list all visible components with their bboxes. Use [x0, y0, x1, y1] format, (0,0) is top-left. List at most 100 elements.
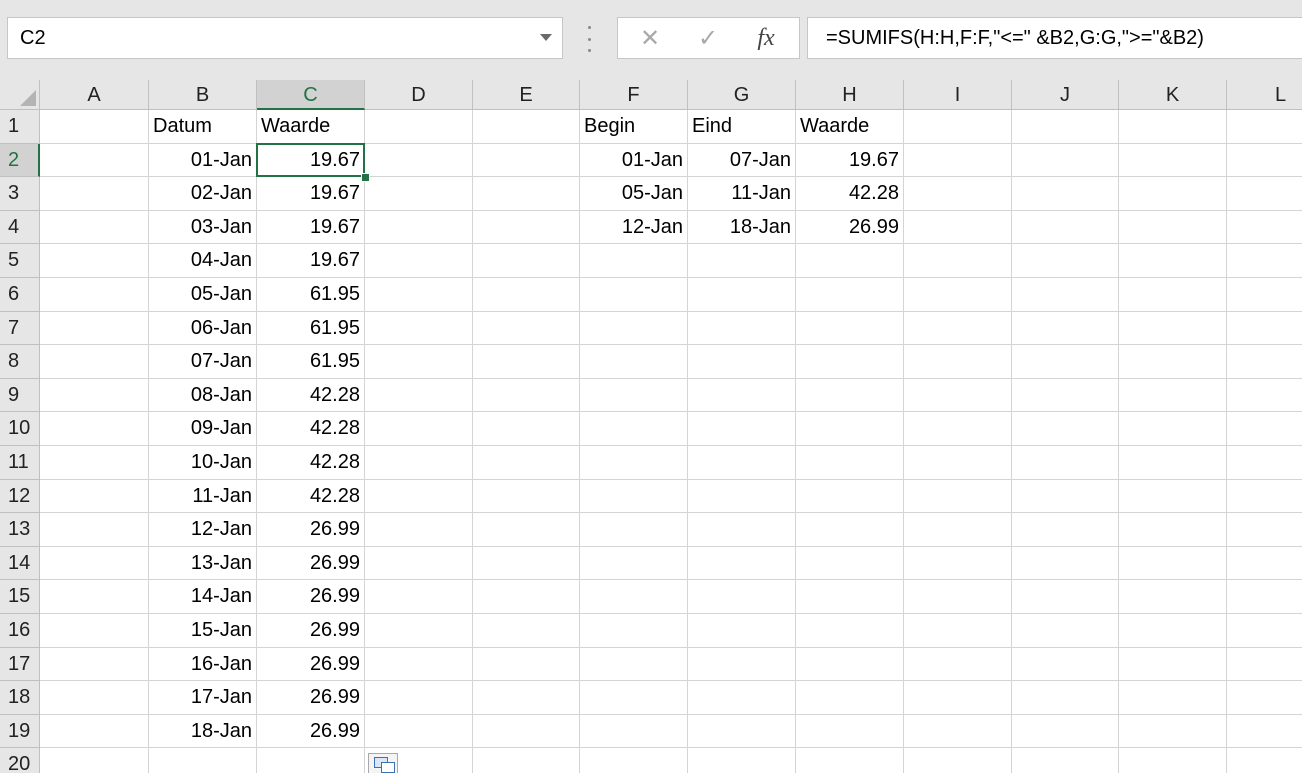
- cell-d2[interactable]: [365, 144, 473, 177]
- cell-j3[interactable]: [1012, 177, 1119, 211]
- cell-g2[interactable]: 07-Jan: [688, 144, 796, 177]
- cell-i19[interactable]: [904, 715, 1012, 748]
- cell-c15[interactable]: 26.99: [257, 580, 365, 614]
- cell-f18[interactable]: [580, 681, 688, 715]
- cell-c1[interactable]: Waarde: [257, 110, 365, 144]
- column-header-f[interactable]: F: [580, 80, 688, 110]
- cell-j8[interactable]: [1012, 345, 1119, 379]
- cell-b2[interactable]: 01-Jan: [149, 144, 257, 177]
- column-header-l[interactable]: L: [1227, 80, 1302, 110]
- cell-e8[interactable]: [473, 345, 580, 379]
- cell-d5[interactable]: [365, 244, 473, 278]
- cell-d15[interactable]: [365, 580, 473, 614]
- cell-k10[interactable]: [1119, 412, 1227, 446]
- cell-k9[interactable]: [1119, 379, 1227, 412]
- cell-l18[interactable]: [1227, 681, 1302, 715]
- cell-b13[interactable]: 12-Jan: [149, 513, 257, 547]
- cell-g8[interactable]: [688, 345, 796, 379]
- cell-h17[interactable]: [796, 648, 904, 681]
- cell-l9[interactable]: [1227, 379, 1302, 412]
- cell-i17[interactable]: [904, 648, 1012, 681]
- cell-h2[interactable]: 19.67: [796, 144, 904, 177]
- cell-i12[interactable]: [904, 480, 1012, 513]
- cell-a18[interactable]: [40, 681, 149, 715]
- row-header-3[interactable]: 3: [0, 177, 40, 211]
- cell-c18[interactable]: 26.99: [257, 681, 365, 715]
- cell-b16[interactable]: 15-Jan: [149, 614, 257, 648]
- cell-h7[interactable]: [796, 312, 904, 345]
- cell-a6[interactable]: [40, 278, 149, 312]
- row-header-4[interactable]: 4: [0, 211, 40, 244]
- cell-j5[interactable]: [1012, 244, 1119, 278]
- cell-b4[interactable]: 03-Jan: [149, 211, 257, 244]
- cell-g20[interactable]: [688, 748, 796, 773]
- cell-g1[interactable]: Eind: [688, 110, 796, 144]
- cell-b17[interactable]: 16-Jan: [149, 648, 257, 681]
- cell-l5[interactable]: [1227, 244, 1302, 278]
- cell-k8[interactable]: [1119, 345, 1227, 379]
- cell-l8[interactable]: [1227, 345, 1302, 379]
- cell-j2[interactable]: [1012, 144, 1119, 177]
- cell-b12[interactable]: 11-Jan: [149, 480, 257, 513]
- insert-function-icon[interactable]: fx: [738, 18, 794, 58]
- row-header-19[interactable]: 19: [0, 715, 40, 748]
- cell-f5[interactable]: [580, 244, 688, 278]
- row-header-18[interactable]: 18: [0, 681, 40, 715]
- cell-i2[interactable]: [904, 144, 1012, 177]
- cell-g12[interactable]: [688, 480, 796, 513]
- cell-l4[interactable]: [1227, 211, 1302, 244]
- cell-a16[interactable]: [40, 614, 149, 648]
- cell-e11[interactable]: [473, 446, 580, 480]
- column-header-g[interactable]: G: [688, 80, 796, 110]
- cell-e13[interactable]: [473, 513, 580, 547]
- cell-e17[interactable]: [473, 648, 580, 681]
- cell-l20[interactable]: [1227, 748, 1302, 773]
- cell-b1[interactable]: Datum: [149, 110, 257, 144]
- cell-k6[interactable]: [1119, 278, 1227, 312]
- cell-b14[interactable]: 13-Jan: [149, 547, 257, 580]
- cell-c8[interactable]: 61.95: [257, 345, 365, 379]
- cell-f4[interactable]: 12-Jan: [580, 211, 688, 244]
- row-header-7[interactable]: 7: [0, 312, 40, 345]
- cell-h15[interactable]: [796, 580, 904, 614]
- cell-a13[interactable]: [40, 513, 149, 547]
- cell-j9[interactable]: [1012, 379, 1119, 412]
- cell-i10[interactable]: [904, 412, 1012, 446]
- cell-i11[interactable]: [904, 446, 1012, 480]
- cell-a11[interactable]: [40, 446, 149, 480]
- cell-b8[interactable]: 07-Jan: [149, 345, 257, 379]
- row-header-10[interactable]: 10: [0, 412, 40, 446]
- cell-i13[interactable]: [904, 513, 1012, 547]
- cell-f19[interactable]: [580, 715, 688, 748]
- row-header-2[interactable]: 2: [0, 144, 40, 177]
- cell-k20[interactable]: [1119, 748, 1227, 773]
- cell-i14[interactable]: [904, 547, 1012, 580]
- row-header-20[interactable]: 20: [0, 748, 40, 773]
- cell-h4[interactable]: 26.99: [796, 211, 904, 244]
- cell-g3[interactable]: 11-Jan: [688, 177, 796, 211]
- cell-a19[interactable]: [40, 715, 149, 748]
- cell-g13[interactable]: [688, 513, 796, 547]
- cell-e2[interactable]: [473, 144, 580, 177]
- cell-a1[interactable]: [40, 110, 149, 144]
- cell-d14[interactable]: [365, 547, 473, 580]
- cell-k14[interactable]: [1119, 547, 1227, 580]
- name-box[interactable]: C2: [7, 17, 563, 59]
- cell-d11[interactable]: [365, 446, 473, 480]
- cell-g16[interactable]: [688, 614, 796, 648]
- cell-g9[interactable]: [688, 379, 796, 412]
- cell-d17[interactable]: [365, 648, 473, 681]
- cell-a7[interactable]: [40, 312, 149, 345]
- cell-f1[interactable]: Begin: [580, 110, 688, 144]
- cell-c20[interactable]: [257, 748, 365, 773]
- cell-e20[interactable]: [473, 748, 580, 773]
- cell-f16[interactable]: [580, 614, 688, 648]
- row-header-1[interactable]: 1: [0, 110, 40, 144]
- cell-c14[interactable]: 26.99: [257, 547, 365, 580]
- cell-f9[interactable]: [580, 379, 688, 412]
- cell-k5[interactable]: [1119, 244, 1227, 278]
- cell-d13[interactable]: [365, 513, 473, 547]
- cell-l11[interactable]: [1227, 446, 1302, 480]
- cell-a14[interactable]: [40, 547, 149, 580]
- cell-l1[interactable]: [1227, 110, 1302, 144]
